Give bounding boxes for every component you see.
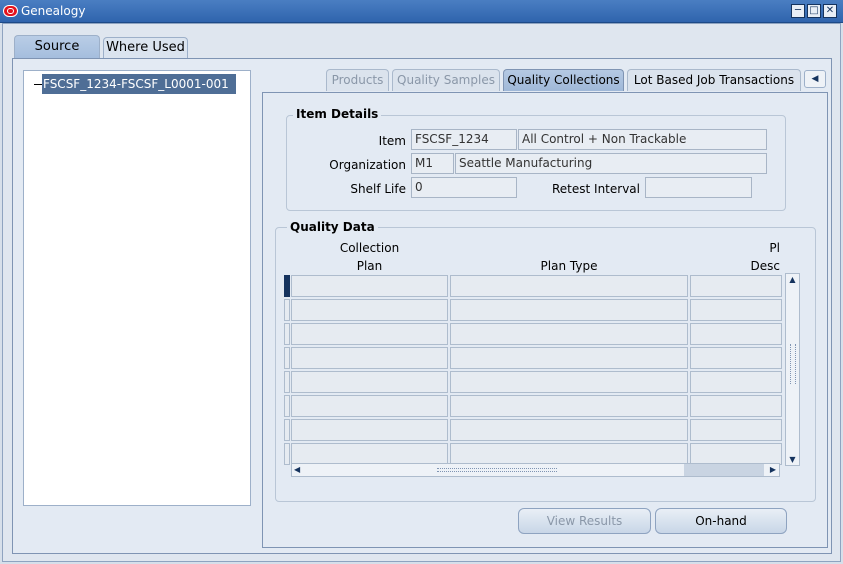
subtab-quality-samples[interactable]: Quality Samples: [392, 69, 500, 91]
column-header-plan-type[interactable]: Plan Type: [450, 257, 688, 275]
tab-scroll-left-icon[interactable]: ◀: [804, 70, 826, 88]
item-details-title: Item Details: [293, 107, 382, 121]
quality-data-title: Quality Data: [287, 220, 378, 234]
collection-plan-cell[interactable]: [291, 395, 448, 417]
plan-description-cell[interactable]: [690, 395, 782, 417]
scroll-down-icon[interactable]: ▼: [786, 455, 799, 464]
plan-type-cell[interactable]: [450, 395, 688, 417]
plan-type-cell[interactable]: [450, 419, 688, 441]
maximize-icon[interactable]: □: [807, 4, 821, 18]
view-results-button[interactable]: View Results: [518, 508, 651, 534]
row-indicator[interactable]: [284, 371, 290, 393]
organization-code-field[interactable]: M1: [411, 153, 454, 174]
collection-plan-cell[interactable]: [291, 275, 448, 297]
tree-node-selected[interactable]: FSCSF_1234-FSCSF_L0001-001: [42, 74, 236, 94]
row-indicator[interactable]: [284, 275, 290, 297]
row-indicator[interactable]: [284, 299, 290, 321]
scroll-grip-icon[interactable]: [790, 344, 796, 384]
plan-description-cell[interactable]: [690, 299, 782, 321]
column-header-plan-description[interactable]: Pl Desc: [740, 239, 780, 275]
plan-description-cell[interactable]: [690, 323, 782, 345]
item-field[interactable]: FSCSF_1234: [411, 129, 517, 150]
subtab-lot-based-job-transactions[interactable]: Lot Based Job Transactions: [627, 69, 801, 91]
plan-type-cell[interactable]: [450, 323, 688, 345]
collection-plan-cell[interactable]: [291, 419, 448, 441]
plan-description-cell[interactable]: [690, 347, 782, 369]
horizontal-scroll-grip-icon[interactable]: [437, 468, 557, 472]
window-title: Genealogy: [21, 4, 86, 18]
shelf-life-label: Shelf Life: [350, 182, 406, 196]
scroll-up-icon[interactable]: ▲: [786, 275, 799, 284]
close-icon[interactable]: ✕: [823, 4, 837, 18]
horizontal-scroll-thumb[interactable]: [684, 464, 764, 476]
tree-connector: [34, 84, 42, 85]
genealogy-tree[interactable]: [23, 70, 251, 506]
tab-where-used[interactable]: Where Used: [103, 37, 188, 59]
subtab-products[interactable]: Products: [326, 69, 389, 91]
column-header-collection-plan[interactable]: Collection Plan: [291, 239, 448, 275]
row-indicator[interactable]: [284, 419, 290, 441]
column-header-plan-description-line2: Desc: [750, 259, 780, 273]
retest-interval-label: Retest Interval: [552, 182, 640, 196]
plan-description-cell[interactable]: [690, 275, 782, 297]
collection-plan-cell[interactable]: [291, 347, 448, 369]
plan-type-cell[interactable]: [450, 299, 688, 321]
row-indicator[interactable]: [284, 347, 290, 369]
item-label: Item: [378, 134, 406, 148]
shelf-life-field[interactable]: 0: [411, 177, 517, 198]
plan-type-cell[interactable]: [450, 347, 688, 369]
plan-description-cell[interactable]: [690, 443, 782, 465]
organization-name-field[interactable]: Seattle Manufacturing: [455, 153, 767, 174]
oracle-logo-icon: [3, 5, 18, 17]
plan-type-cell[interactable]: [450, 275, 688, 297]
collection-plan-cell[interactable]: [291, 371, 448, 393]
organization-label: Organization: [329, 158, 406, 172]
tab-source[interactable]: Source: [14, 35, 100, 59]
row-indicator[interactable]: [284, 323, 290, 345]
collection-plan-cell[interactable]: [291, 299, 448, 321]
onhand-button[interactable]: On-hand: [655, 508, 787, 534]
retest-interval-field[interactable]: [645, 177, 752, 198]
scroll-right-icon[interactable]: ▶: [770, 465, 776, 474]
collection-plan-cell[interactable]: [291, 443, 448, 465]
scroll-left-icon[interactable]: ◀: [294, 465, 300, 474]
row-indicator[interactable]: [284, 395, 290, 417]
vertical-scrollbar[interactable]: ▲ ▼: [785, 273, 800, 466]
row-indicator[interactable]: [284, 443, 290, 465]
title-bar: [0, 0, 843, 23]
horizontal-scrollbar[interactable]: ◀ ▶: [291, 463, 780, 477]
collection-plan-cell[interactable]: [291, 323, 448, 345]
minimize-icon[interactable]: ─: [791, 4, 805, 18]
plan-type-cell[interactable]: [450, 371, 688, 393]
item-description-field[interactable]: All Control + Non Trackable: [518, 129, 767, 150]
plan-description-cell[interactable]: [690, 419, 782, 441]
plan-description-cell[interactable]: [690, 371, 782, 393]
column-header-collection-plan-line1: Collection: [339, 241, 400, 255]
subtab-quality-collections[interactable]: Quality Collections: [503, 69, 624, 91]
column-header-collection-plan-line2: Plan: [356, 259, 383, 273]
plan-type-cell[interactable]: [450, 443, 688, 465]
column-header-plan-description-line1: Pl: [769, 241, 780, 255]
